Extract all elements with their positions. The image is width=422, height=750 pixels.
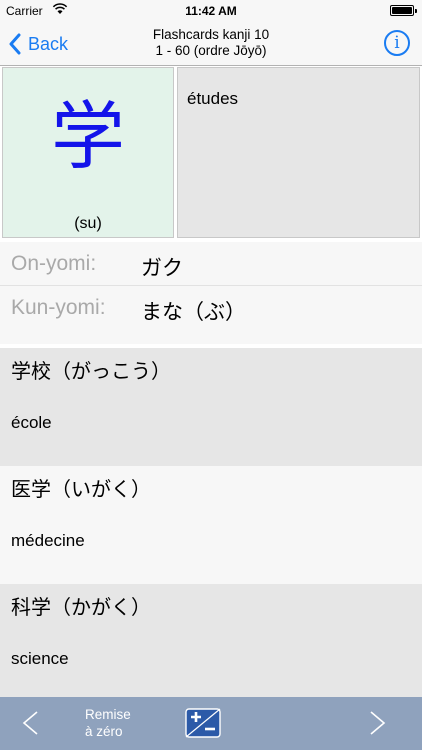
reset-button[interactable]: Remise à zéro — [85, 706, 131, 740]
vocab-meaning: science — [11, 649, 69, 668]
kanji-card-front[interactable]: 学 (su) — [2, 67, 174, 238]
kunyomi-value: まな（ぶ） — [141, 300, 246, 324]
vocab-meaning: école — [11, 413, 52, 432]
right-arrow-icon[interactable] — [366, 710, 388, 736]
vocab-item[interactable]: 科学（かがく） science — [0, 584, 422, 702]
battery-icon — [390, 5, 417, 16]
status-time: 11:42 AM — [185, 4, 237, 18]
kanji-card-back[interactable]: études — [177, 67, 420, 238]
kanji-character: 学 — [51, 94, 125, 180]
reset-button-line2: à zéro — [85, 724, 123, 739]
vocab-item[interactable]: 学校（がっこう） école — [0, 348, 422, 466]
onyomi-row: On-yomi: ガク — [0, 242, 422, 286]
page-title-line2: 1 - 60 (ordre Jōyō) — [155, 43, 267, 58]
onyomi-value: ガク — [141, 256, 183, 280]
chevron-left-icon — [9, 33, 21, 55]
navigation-bar: Back Flashcards kanji 10 1 - 60 (ordre J… — [0, 22, 422, 66]
onyomi-label: On-yomi: — [11, 252, 97, 275]
page-title: Flashcards kanji 10 1 - 60 (ordre Jōyō) — [90, 27, 332, 59]
info-button[interactable]: i — [384, 30, 410, 56]
kanji-reading-hint: (su) — [74, 215, 102, 232]
back-button[interactable]: Back — [8, 28, 68, 60]
left-arrow-icon[interactable] — [20, 710, 42, 736]
vocab-word: 学校（がっこう） — [11, 359, 171, 383]
vocab-item[interactable]: 医学（いがく） médecine — [0, 466, 422, 584]
status-bar: Carrier 11:42 AM — [0, 0, 422, 22]
reset-button-line1: Remise — [85, 707, 131, 722]
kanji-meaning: études — [187, 89, 239, 108]
back-button-label: Back — [28, 33, 69, 54]
info-icon: i — [394, 33, 400, 53]
vocab-word: 科学（かがく） — [11, 595, 151, 619]
vocab-word: 医学（いがく） — [11, 477, 151, 501]
kunyomi-row: Kun-yomi: まな（ぶ） — [0, 286, 422, 344]
vocab-meaning: médecine — [11, 531, 85, 550]
bottom-toolbar: Remise à zéro — [0, 697, 422, 750]
plus-minus-icon[interactable] — [185, 708, 221, 738]
page-title-line1: Flashcards kanji 10 — [152, 27, 270, 42]
kunyomi-label: Kun-yomi: — [11, 296, 106, 319]
